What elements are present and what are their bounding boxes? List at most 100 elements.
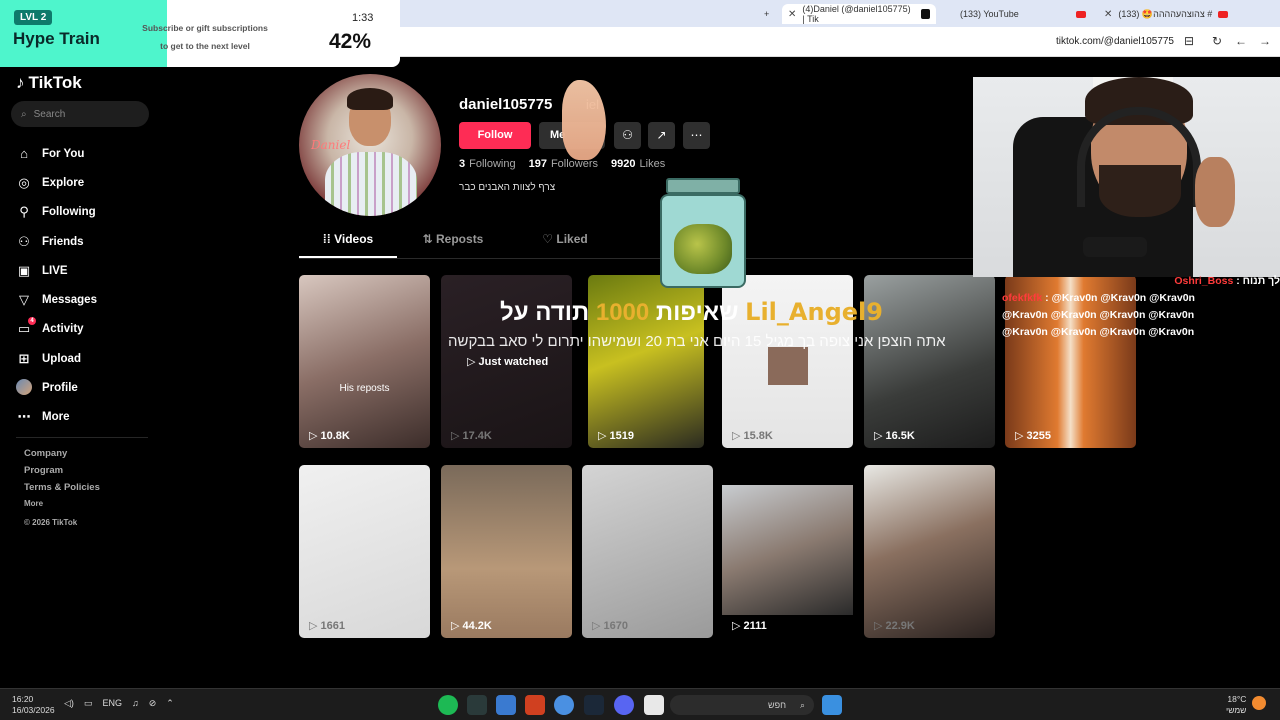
repost-icon: ⇅ (422, 232, 437, 246)
footer-link-terms[interactable]: Terms & Policies (24, 482, 100, 493)
chrome-icon[interactable] (554, 695, 574, 715)
play-icon: ▷ (309, 430, 318, 442)
video-thumb-image (722, 485, 853, 615)
tab-label: Liked (556, 232, 588, 246)
tiktok-note-icon: ♪ (16, 73, 25, 92)
friends-icon: ⚇ (18, 233, 30, 249)
sidebar-item-activity[interactable]: ▭ 4 Activity (16, 315, 97, 344)
view-count: 2111 (743, 619, 767, 632)
sidebar-item-following[interactable]: ⚲ Following (16, 198, 97, 227)
search-input[interactable]: ⌕ Search (11, 101, 149, 127)
spotify-icon[interactable] (438, 695, 458, 715)
app-icon[interactable] (467, 695, 487, 715)
forward-icon[interactable]: → (1257, 34, 1273, 48)
hype-train-timer: 1:33 (352, 12, 374, 24)
browser-tab-tiktok[interactable]: ✕ (4)Daniel (@daniel105775) | Tik (782, 4, 936, 24)
close-icon[interactable]: ✕ (788, 9, 796, 20)
hype-train-level: LVL 2 (14, 10, 53, 25)
tab-liked[interactable]: ♡ Liked (509, 232, 621, 258)
site-settings-icon[interactable]: ⊟ (1181, 34, 1197, 48)
profile-avatar[interactable]: Daniel (299, 74, 441, 216)
video-thumb-7[interactable]: ▷ 1661 (299, 465, 430, 638)
sidebar-item-upload[interactable]: ⊞ Upload (16, 344, 97, 373)
sidebar-item-for-you[interactable]: ⌂ For You (16, 139, 97, 168)
sidebar-item-label: Profile (42, 382, 78, 395)
chevron-up-icon[interactable]: ⌃ (166, 698, 174, 709)
video-thumb-11[interactable]: ▷ 22.9K (864, 465, 995, 638)
followers-label: Followers (550, 158, 599, 170)
play-icon: ▷ (874, 430, 883, 442)
sidebar-item-friends[interactable]: ⚇ Friends (16, 227, 97, 256)
video-thumb-10[interactable]: ▷ 2111 (722, 465, 853, 638)
reload-icon[interactable]: ↻ (1209, 34, 1225, 48)
tab-reposts[interactable]: ⇅ Reposts (397, 232, 509, 258)
more-options-icon[interactable]: ⋯ (683, 122, 710, 149)
mic-icon[interactable]: ♫ (132, 698, 139, 709)
browser-tab-youtube[interactable]: (133) YouTube (940, 4, 1092, 24)
close-icon[interactable]: ✕ (1104, 9, 1112, 20)
view-count: 16.5K (885, 429, 915, 442)
view-count: 44.2K (462, 619, 492, 632)
sidebar-item-explore[interactable]: ◎ Explore (16, 168, 97, 197)
sidebar-item-profile[interactable]: Profile (16, 373, 97, 402)
browser-tab-youtube-2[interactable]: ✕ (133) 🤩צהוצהעהההה # (1098, 4, 1258, 24)
grid-apps-icon[interactable] (496, 695, 516, 715)
tiktok-logo[interactable]: ♪ TikTok (16, 73, 82, 93)
footer-link-company[interactable]: Company (24, 448, 100, 459)
hand-sticker (562, 80, 606, 160)
follow-button[interactable]: Follow (459, 122, 531, 149)
play-icon: ▷ (467, 356, 479, 368)
search-placeholder: Search (33, 108, 66, 120)
new-tab-button[interactable]: + (758, 4, 775, 24)
sidebar-item-more[interactable]: ⋯ More (16, 403, 97, 432)
taskbar-search[interactable]: חפש ⌕ (670, 695, 814, 715)
video-views: ▷ 1670 (592, 619, 628, 633)
video-views: ▷ 22.9K (874, 619, 915, 633)
app-icon[interactable] (525, 695, 545, 715)
donation-amount: 1000 (595, 299, 650, 326)
sidebar-item-messages[interactable]: ▽ Messages (16, 285, 97, 314)
following-stat[interactable]: 3 Following (459, 158, 516, 170)
footer-link-program[interactable]: Program (24, 465, 100, 476)
windows-start-icon[interactable] (822, 695, 842, 715)
view-count: 1670 (603, 619, 628, 632)
heart-icon: ♡ (542, 232, 557, 246)
discord-icon[interactable] (614, 695, 634, 715)
following-icon: ⚲ (19, 204, 29, 220)
video-thumb-9[interactable]: ▷ 1670 (582, 465, 713, 638)
tab-videos[interactable]: ⁞⁞ Videos (299, 232, 397, 258)
tabs-divider (299, 258, 973, 259)
youtube-icon (1076, 10, 1086, 18)
profile-stats: 3 Following 197 Followers 9920 Likes (459, 158, 665, 170)
likes-count: 9920 (611, 158, 636, 170)
chat-message: @Krav0n @Krav0n @Krav0n @Krav0n (1002, 307, 1280, 324)
language-indicator[interactable]: ENG (102, 698, 122, 709)
notifications-off-icon[interactable]: ⊘ (149, 698, 157, 709)
url-field[interactable]: tiktok.com/@daniel105775 (1056, 36, 1174, 47)
video-thumb-5[interactable]: ▷ 16.5K (864, 275, 995, 448)
view-count: 15.8K (743, 429, 773, 442)
sidebar-item-label: Activity (42, 323, 84, 336)
video-label: His reposts (339, 383, 390, 394)
taskbar-search-label: חפש (768, 700, 786, 710)
weather-widget[interactable]: 18°C שמשי (1226, 694, 1246, 716)
share-icon[interactable]: ↗ (648, 122, 675, 149)
video-thumb-8[interactable]: ▷ 44.2K (441, 465, 572, 638)
sidebar-item-live[interactable]: ▣ LIVE (16, 256, 97, 285)
volume-icon[interactable]: ◁) (64, 698, 74, 709)
network-icon[interactable]: ▭ (84, 698, 93, 709)
play-icon: ▷ (732, 430, 741, 442)
file-explorer-icon[interactable] (644, 695, 664, 715)
steam-icon[interactable] (584, 695, 604, 715)
hype-train-title: Hype Train (13, 29, 100, 48)
taskbar-clock[interactable]: 16:20 16/03/2026 (12, 694, 55, 716)
system-tray: ◁) ▭ ENG ♫ ⊘ ⌃ (64, 698, 174, 709)
youtube-icon (1218, 10, 1229, 18)
video-thumb-1[interactable]: His reposts ▷ 10.8K (299, 275, 430, 448)
footer-link-more[interactable]: More (24, 499, 100, 508)
live-icon: ▣ (17, 262, 31, 278)
add-friend-icon[interactable]: ⚇ (614, 122, 641, 149)
avatar-hair (347, 88, 393, 110)
back-icon[interactable]: ← (1233, 34, 1249, 48)
video-views: ▷ 3255 (1015, 429, 1051, 443)
